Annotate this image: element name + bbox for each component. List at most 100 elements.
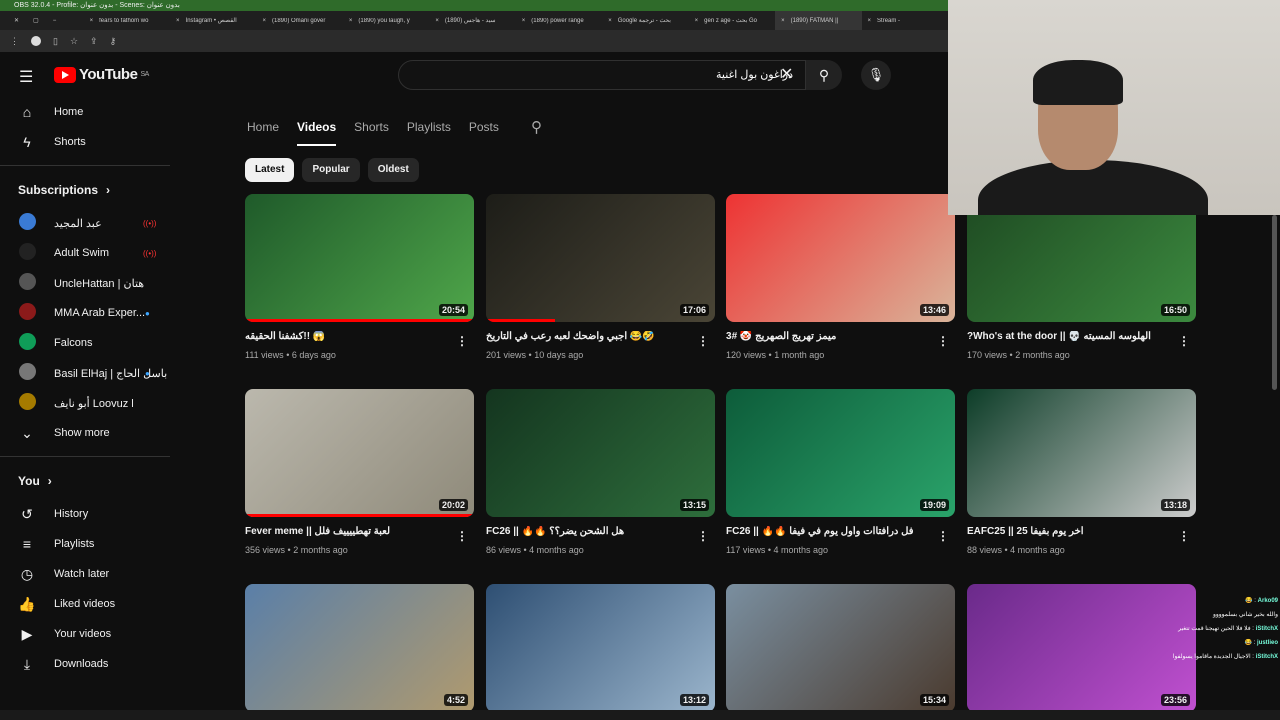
sidebar-item-watch-later[interactable]: ◷ Watch later xyxy=(0,559,180,589)
sidebar-item-shorts[interactable]: ϟ Shorts xyxy=(0,127,180,157)
chip-latest[interactable]: Latest xyxy=(245,158,295,182)
voice-search-button[interactable]: 🎙 xyxy=(861,60,891,90)
video-thumbnail[interactable]: 15:34 xyxy=(726,584,955,712)
scrollbar[interactable] xyxy=(1272,215,1277,390)
more-options-icon[interactable]: ⋮ xyxy=(697,334,709,348)
channel-search-icon[interactable]: ⚲ xyxy=(531,118,542,136)
tab-close-icon[interactable]: × xyxy=(435,18,439,24)
sidebar-item-playlists[interactable]: ≡ Playlists xyxy=(0,529,180,559)
video-thumbnail[interactable]: 20:02 xyxy=(245,389,474,517)
video-thumbnail[interactable]: 19:09 xyxy=(726,389,955,517)
video-card[interactable]: 13:46 ميمز تهريج الصهريج 🤡 #3 120 views • … xyxy=(726,194,955,360)
video-card[interactable]: 15:34 xyxy=(726,584,955,712)
video-title[interactable]: اخر يوم بفيفا 25 || EAFC25 xyxy=(967,526,1196,540)
browser-tab[interactable]: × fears to fathom wo xyxy=(84,18,170,24)
video-title[interactable]: الهلوسه المسيته 💀 || Who's at the door? xyxy=(967,331,1196,345)
browser-tab[interactable]: × (1890) FATMAN || xyxy=(775,11,862,30)
more-options-icon[interactable]: ⋮ xyxy=(1178,334,1190,348)
video-thumbnail[interactable]: 13:15 xyxy=(486,389,715,517)
tab-close-icon[interactable]: × xyxy=(781,18,785,24)
bookmark-star-icon[interactable]: ☆ xyxy=(70,36,78,47)
tab-shorts[interactable]: Shorts xyxy=(354,120,389,146)
browser-tab[interactable]: × Google بحث - ترجمة xyxy=(602,17,688,25)
key-icon[interactable]: ⚷ xyxy=(110,36,117,47)
sidebar-subscription[interactable]: MMA Arab Exper... ● xyxy=(0,298,180,328)
video-title[interactable]: فل درافتاات وأول يوم في فيفا 🔥🔥 || FC26 xyxy=(726,526,955,540)
video-thumbnail[interactable]: 4:52 xyxy=(245,584,474,712)
video-title[interactable]: هل الشحن يضر؟؟ 🔥🔥 || FC26 xyxy=(486,526,715,540)
tab-close-icon[interactable]: × xyxy=(695,18,699,24)
video-thumbnail[interactable]: 13:46 xyxy=(726,194,955,322)
video-card[interactable]: 13:12 xyxy=(486,584,715,712)
sidebar-item-downloads[interactable]: ⤓ Downloads xyxy=(0,649,180,679)
video-title[interactable]: لعبة تهطييييف فلل || Fever meme xyxy=(245,526,474,540)
video-title[interactable]: 🤣😂 اجبي واضحك لعبه رعب في التاريخ xyxy=(486,331,715,345)
sidebar-subscription[interactable]: عبد المجيد ((•)) xyxy=(0,208,180,238)
search-button[interactable]: ⚲ xyxy=(806,60,842,90)
search-input[interactable]: دراغون بول اغنية xyxy=(398,60,806,90)
more-options-icon[interactable]: ⋮ xyxy=(1178,529,1190,543)
sidebar-subscription[interactable]: أبو نايف Loovuz l xyxy=(0,388,180,418)
tab-close-icon[interactable]: × xyxy=(176,18,180,24)
sidebar-subscription[interactable]: UncleHattan | هتان xyxy=(0,268,180,298)
sidebar-subscription[interactable]: Basil ElHaj | باسل الحاج ● xyxy=(0,358,180,388)
video-card[interactable]: 13:15 هل الشحن يضر؟؟ 🔥🔥 || FC26 86 views •… xyxy=(486,389,715,555)
show-more-button[interactable]: ⌄ Show more xyxy=(0,418,180,448)
chip-oldest[interactable]: Oldest xyxy=(367,158,419,182)
youtube-logo[interactable]: YouTube SA xyxy=(54,66,149,83)
browser-tab[interactable]: × (1890) سيد - هاجس xyxy=(429,17,515,25)
tab-close-icon[interactable]: × xyxy=(262,18,266,24)
menu-icon[interactable]: ⋮ xyxy=(10,36,19,47)
video-card[interactable]: 19:09 فل درافتاات وأول يوم في فيفا 🔥🔥 || … xyxy=(726,389,955,555)
hamburger-menu-icon[interactable]: ☰ xyxy=(19,67,33,87)
video-card[interactable]: 4:52 xyxy=(245,584,474,712)
sidebar-subscription[interactable]: Falcons xyxy=(0,328,180,358)
view-count: 111 views xyxy=(245,350,284,360)
more-options-icon[interactable]: ⋮ xyxy=(697,529,709,543)
more-options-icon[interactable]: ⋮ xyxy=(937,529,949,543)
tab-videos[interactable]: Videos xyxy=(297,120,337,146)
share-icon[interactable]: ⇪ xyxy=(90,36,98,47)
chip-popular[interactable]: Popular xyxy=(302,158,360,182)
video-thumbnail[interactable]: 17:06 xyxy=(486,194,715,322)
tab-playlists[interactable]: Playlists xyxy=(407,120,451,146)
more-options-icon[interactable]: ⋮ xyxy=(937,334,949,348)
video-card[interactable]: 20:02 لعبة تهطييييف فلل || Fever meme 356 … xyxy=(245,389,474,555)
video-card[interactable]: 17:06 🤣😂 اجبي واضحك لعبه رعب في التاريخ 20… xyxy=(486,194,715,360)
video-title[interactable]: ميمز تهريج الصهريج 🤡 #3 xyxy=(726,331,955,345)
video-thumbnail[interactable]: 20:54 xyxy=(245,194,474,322)
browser-tab[interactable]: × (1890) you laugh, y xyxy=(343,18,429,24)
sidebar-item-home[interactable]: ⌂ Home xyxy=(0,97,180,127)
video-card[interactable]: 20:54 😱 !!كشفنا الحقيقه 111 views • 6 days… xyxy=(245,194,474,360)
tab-home[interactable]: Home xyxy=(247,120,279,146)
browser-tab[interactable]: × (1890) power range xyxy=(516,18,602,24)
browser-tab[interactable]: × (1890) Omani gover xyxy=(256,18,342,24)
tab-close-icon[interactable]: × xyxy=(90,18,94,24)
more-options-icon[interactable]: ⋮ xyxy=(456,334,468,348)
more-options-icon[interactable]: ⋮ xyxy=(456,529,468,543)
tab-close-icon[interactable]: × xyxy=(522,18,526,24)
clear-search-icon[interactable]: ✕ xyxy=(780,64,793,84)
tab-posts[interactable]: Posts xyxy=(469,120,499,146)
sidebar-item-history[interactable]: ↺ History xyxy=(0,499,180,529)
tab-close-icon[interactable]: × xyxy=(608,18,612,24)
window-controls[interactable]: ✕▢− xyxy=(0,17,84,24)
extension-icon[interactable]: ▯ xyxy=(53,36,58,47)
profile-avatar[interactable] xyxy=(31,36,41,46)
tab-close-icon[interactable]: × xyxy=(349,18,353,24)
view-count: 170 views xyxy=(967,350,1008,360)
sidebar-subscription[interactable]: Adult Swim ((•)) xyxy=(0,238,180,268)
sidebar-item-liked-videos[interactable]: 👍 Liked videos xyxy=(0,589,180,619)
video-title[interactable]: 😱 !!كشفنا الحقيقه xyxy=(245,331,474,345)
video-thumbnail[interactable]: 13:12 xyxy=(486,584,715,712)
tab-close-icon[interactable]: × xyxy=(868,18,872,24)
you-header[interactable]: You › xyxy=(0,463,180,499)
subscriptions-header[interactable]: Subscriptions › xyxy=(0,172,180,208)
browser-tab[interactable]: × Instagram • القصص xyxy=(170,17,256,25)
browser-tab[interactable]: × Stream - xyxy=(862,18,948,24)
sidebar-item-your-videos[interactable]: ▶ Your videos xyxy=(0,619,180,649)
video-card[interactable]: 13:18 اخر يوم بفيفا 25 || EAFC25 88 views … xyxy=(967,389,1196,555)
video-card[interactable]: 16:50 الهلوسه المسيته 💀 || Who's at the d… xyxy=(967,194,1196,360)
browser-tab[interactable]: × gen z age - بحث Go xyxy=(689,17,775,25)
video-thumbnail[interactable]: 13:18 xyxy=(967,389,1196,517)
